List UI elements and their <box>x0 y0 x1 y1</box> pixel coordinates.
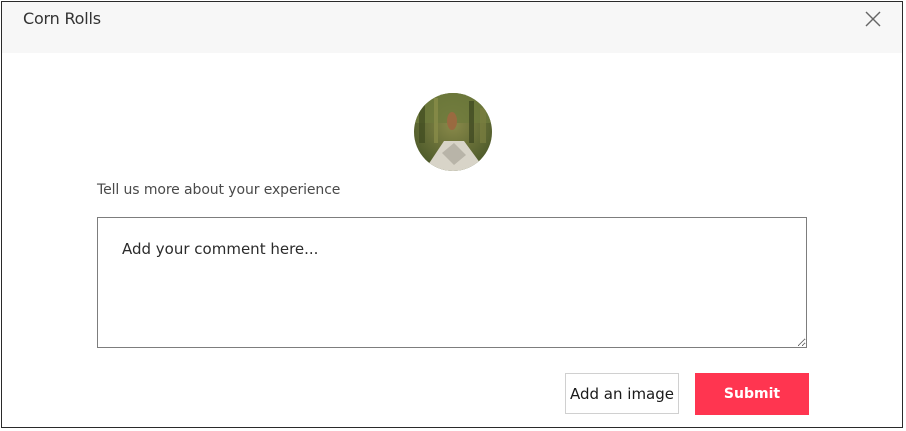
add-image-button[interactable]: Add an image <box>565 373 679 414</box>
submit-button[interactable]: Submit <box>695 373 809 415</box>
comment-textarea[interactable] <box>97 217 807 348</box>
review-modal: Corn Rolls Tell us more about your exper… <box>1 1 903 428</box>
avatar <box>414 93 492 171</box>
modal-header: Corn Rolls <box>2 2 902 53</box>
close-icon <box>865 11 881 27</box>
modal-title: Corn Rolls <box>23 9 101 28</box>
avatar-image <box>414 93 492 171</box>
close-button[interactable] <box>862 8 884 30</box>
experience-prompt: Tell us more about your experience <box>97 182 341 198</box>
